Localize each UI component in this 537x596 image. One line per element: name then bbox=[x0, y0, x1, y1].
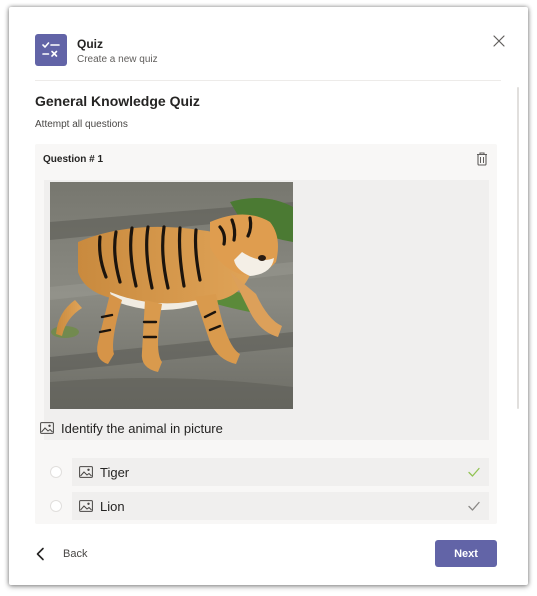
image-icon[interactable] bbox=[79, 500, 93, 512]
option-row: Tiger bbox=[43, 458, 489, 486]
quiz-dialog: Quiz Create a new quiz General Knowledge… bbox=[9, 7, 528, 585]
trash-icon bbox=[477, 152, 487, 166]
question-text: Identify the animal in picture bbox=[61, 420, 223, 436]
option-input[interactable]: Lion bbox=[72, 492, 489, 520]
option-label: Lion bbox=[100, 498, 125, 514]
back-label: Back bbox=[63, 548, 88, 560]
question-text-row: Identify the animal in picture bbox=[40, 418, 223, 438]
close-icon bbox=[493, 35, 505, 47]
close-button[interactable] bbox=[490, 32, 508, 50]
next-button[interactable]: Next bbox=[435, 540, 497, 567]
app-title: Quiz bbox=[77, 37, 103, 51]
question-image-panel bbox=[44, 180, 489, 440]
image-icon[interactable] bbox=[79, 466, 93, 478]
check-icon[interactable] bbox=[467, 465, 481, 479]
delete-question-button[interactable] bbox=[475, 151, 489, 167]
app-subtitle: Create a new quiz bbox=[77, 54, 158, 65]
quiz-title: General Knowledge Quiz bbox=[35, 93, 200, 109]
quiz-app-icon bbox=[35, 34, 67, 66]
question-card: Question # 1 Identify the animal in pict… bbox=[35, 144, 497, 524]
option-radio[interactable] bbox=[50, 500, 62, 512]
quiz-subtitle: Attempt all questions bbox=[35, 119, 128, 130]
chevron-left-icon bbox=[36, 547, 44, 561]
tiger-photo bbox=[50, 182, 293, 409]
image-icon bbox=[40, 422, 54, 434]
question-label: Question # 1 bbox=[43, 154, 104, 165]
option-radio[interactable] bbox=[50, 466, 62, 478]
option-row: Lion bbox=[43, 492, 489, 520]
check-icon[interactable] bbox=[467, 499, 481, 513]
back-button[interactable]: Back bbox=[35, 544, 87, 564]
header-divider bbox=[35, 80, 501, 81]
option-label: Tiger bbox=[100, 464, 130, 480]
option-input[interactable]: Tiger bbox=[72, 458, 489, 486]
scrollbar[interactable] bbox=[517, 87, 519, 409]
